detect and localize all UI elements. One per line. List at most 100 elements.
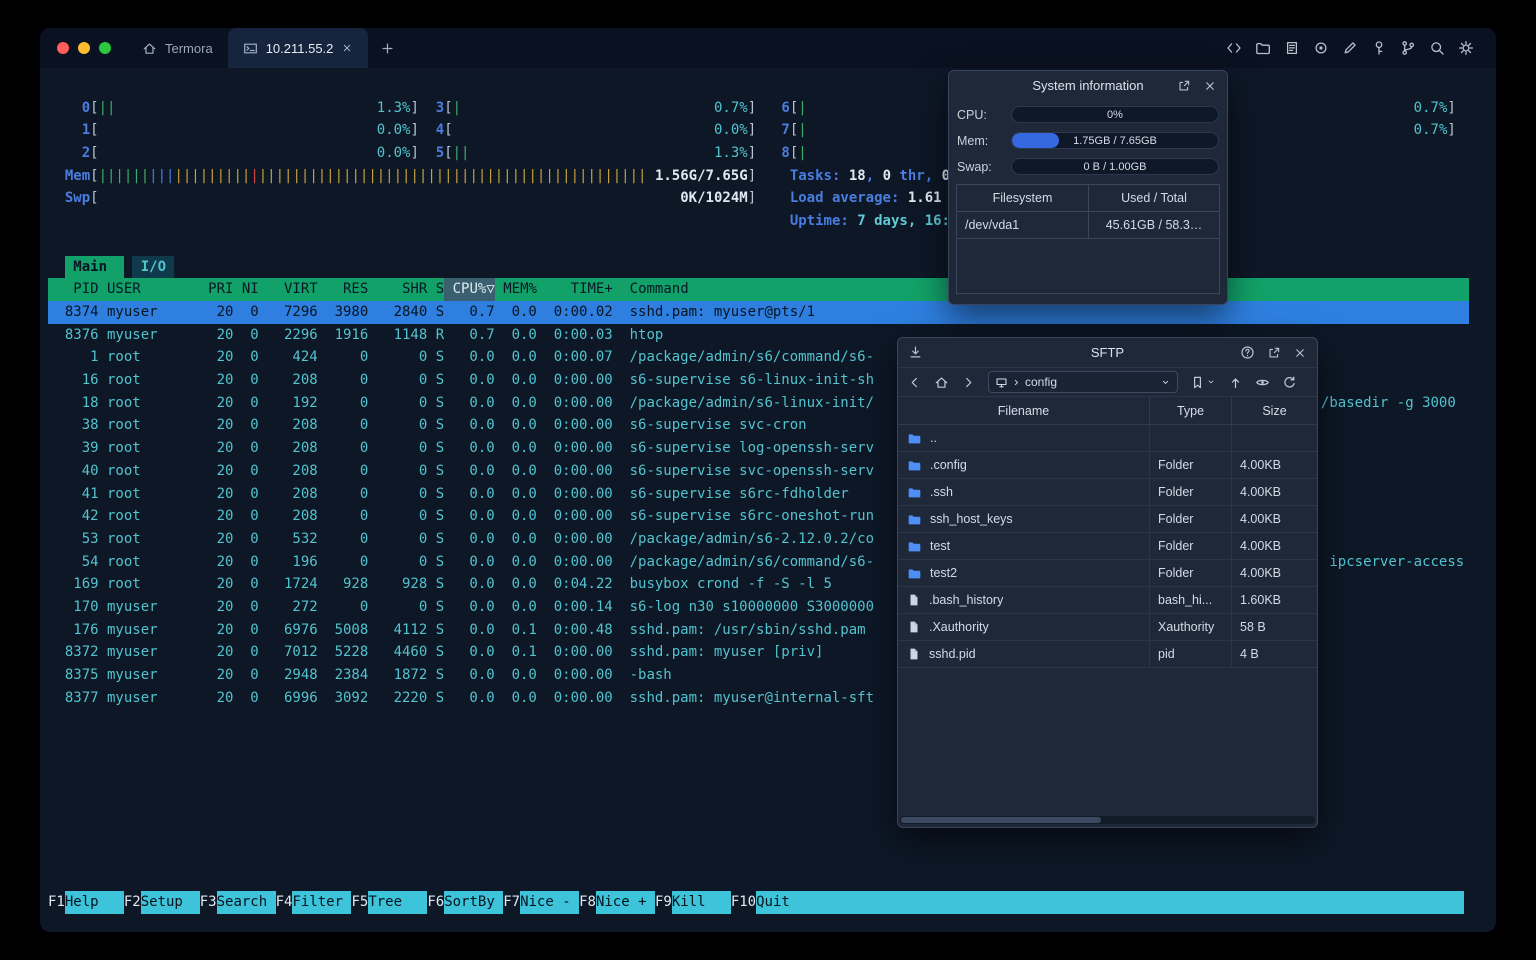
- help-icon[interactable]: [1240, 345, 1255, 360]
- file-size-cell: [1231, 425, 1317, 451]
- fkey-F3[interactable]: F3: [200, 891, 217, 914]
- bookmark-dropdown-icon[interactable]: [1206, 377, 1216, 387]
- meter-row-cpu: CPU: 0%: [957, 106, 1219, 123]
- folder-icon: [907, 458, 922, 473]
- file-name: sshd.pid: [929, 647, 976, 661]
- file-size-cell: 4.00KB: [1231, 506, 1317, 532]
- open-in-window-icon[interactable]: [1267, 346, 1281, 360]
- column-filename[interactable]: Filename: [898, 397, 1149, 424]
- show-hidden-files-icon[interactable]: [1255, 375, 1270, 390]
- record-icon[interactable]: [1313, 40, 1329, 56]
- horizontal-scrollbar[interactable]: [900, 816, 1315, 824]
- process-text: 41 root 20 0 208 0 0 S 0.0 0.0 0:00.00 s…: [48, 485, 849, 502]
- path-dropdown-icon[interactable]: [1160, 377, 1171, 388]
- fkey-F4[interactable]: F4: [276, 891, 293, 914]
- path-breadcrumb[interactable]: config: [988, 371, 1178, 393]
- back-icon[interactable]: [907, 375, 922, 390]
- cpu-progress-bar: 0%: [1011, 106, 1219, 123]
- fkey-F4-label[interactable]: Filter: [292, 891, 352, 914]
- cpu-value: 0%: [1107, 108, 1123, 121]
- fkey-F1[interactable]: F1: [48, 891, 65, 914]
- forward-icon[interactable]: [961, 375, 976, 390]
- screen-tab-main[interactable]: Main: [64, 255, 124, 279]
- process-text: 42 root 20 0 208 0 0 S 0.0 0.0 0:00.00 s…: [48, 508, 875, 525]
- meter-bracket: ]: [747, 167, 757, 184]
- cpu-meter-row-0: 0[|| 1.3%] 3[| 0.7%] 6[| 0.7%]: [48, 97, 1469, 120]
- fkey-F7[interactable]: F7: [503, 891, 520, 914]
- swap-progress-bar: 0 B / 1.00GB: [1011, 158, 1219, 175]
- file-row-.config[interactable]: .config Folder 4.00KB: [898, 452, 1317, 479]
- file-name: .Xauthority: [929, 620, 989, 634]
- meter-bracket: ]: [410, 99, 419, 116]
- parent-directory-icon[interactable]: [1228, 375, 1243, 390]
- file-size-cell: 4.00KB: [1231, 533, 1317, 559]
- tab-10-211-55-2[interactable]: 10.211.55.2: [227, 28, 369, 68]
- screen-tab-i-o[interactable]: I/O: [132, 255, 175, 279]
- fkey-F2-label[interactable]: Setup: [140, 891, 200, 914]
- search-icon[interactable]: [1429, 40, 1445, 56]
- column-type[interactable]: Type: [1149, 397, 1231, 424]
- column-size[interactable]: Size: [1231, 397, 1317, 424]
- close-window-button[interactable]: [57, 42, 69, 54]
- cpu-1-label: 1: [81, 122, 91, 139]
- zoom-window-button[interactable]: [99, 42, 111, 54]
- meter-bracket: [: [90, 190, 99, 207]
- refresh-icon[interactable]: [1282, 375, 1297, 390]
- file-row-.bash_history[interactable]: .bash_history bash_hi... 1.60KB: [898, 587, 1317, 614]
- fkey-F3-label[interactable]: Search: [216, 891, 276, 914]
- cpu-5-label: 5: [435, 145, 445, 162]
- download-icon[interactable]: [908, 345, 923, 360]
- settings-icon[interactable]: [1458, 40, 1474, 56]
- file-row-parent[interactable]: ..: [898, 425, 1317, 452]
- fkey-F8[interactable]: F8: [579, 891, 596, 914]
- file-row-.Xauthority[interactable]: .Xauthority Xauthority 58 B: [898, 614, 1317, 641]
- file-row-test[interactable]: test Folder 4.00KB: [898, 533, 1317, 560]
- meter-bracket: ]: [747, 99, 757, 116]
- fkey-F9-label[interactable]: Kill: [671, 891, 731, 914]
- process-text: 40 root 20 0 208 0 0 S 0.0 0.0 0:00.00 s…: [48, 462, 875, 479]
- close-panel-icon[interactable]: [1293, 346, 1307, 360]
- file-row-ssh_host_keys[interactable]: ssh_host_keys Folder 4.00KB: [898, 506, 1317, 533]
- key-icon[interactable]: [1371, 40, 1387, 56]
- open-in-window-icon[interactable]: [1177, 79, 1191, 93]
- file-row-test2[interactable]: test2 Folder 4.00KB: [898, 560, 1317, 587]
- close-tab-icon[interactable]: [341, 42, 353, 54]
- column-cpu-sort[interactable]: CPU%▽: [444, 278, 495, 301]
- fkey-F5[interactable]: F5: [351, 891, 368, 914]
- minimize-window-button[interactable]: [78, 42, 90, 54]
- fkey-F6-label[interactable]: SortBy: [444, 891, 504, 914]
- swap-value: 0 B / 1.00GB: [1083, 160, 1147, 173]
- tab-termora[interactable]: Termora: [127, 28, 228, 68]
- folder-icon[interactable]: [1255, 40, 1271, 56]
- fkey-F6[interactable]: F6: [427, 891, 444, 914]
- file-row-.ssh[interactable]: .ssh Folder 4.00KB: [898, 479, 1317, 506]
- fkey-F5-label[interactable]: Tree: [368, 891, 428, 914]
- process-row-8374[interactable]: 8374 myuser 20 0 7296 3980 2840 S 0.7 0.…: [48, 300, 1469, 324]
- fkey-F10[interactable]: F10: [731, 891, 756, 914]
- fkey-F7-label[interactable]: Nice -: [520, 891, 580, 914]
- process-text: 170 myuser 20 0 272 0 0 S 0.0 0.0 0:00.1…: [48, 599, 875, 616]
- branch-icon[interactable]: [1400, 40, 1416, 56]
- fkey-F8-label[interactable]: Nice +: [595, 891, 655, 914]
- logs-icon[interactable]: [1284, 40, 1300, 56]
- new-tab-button[interactable]: [380, 41, 395, 56]
- fkey-F2[interactable]: F2: [124, 891, 141, 914]
- file-row-sshd.pid[interactable]: sshd.pid pid 4 B: [898, 641, 1317, 668]
- computer-icon: [995, 376, 1008, 389]
- fkey-F1-label[interactable]: Help: [64, 891, 124, 914]
- bookmark-icon[interactable]: [1190, 375, 1205, 390]
- close-panel-icon[interactable]: [1203, 79, 1217, 93]
- fkey-F9[interactable]: F9: [655, 891, 672, 914]
- home-icon[interactable]: [934, 375, 949, 390]
- cpu-0-label: 0: [81, 99, 91, 116]
- scrollbar-thumb[interactable]: [901, 817, 1101, 823]
- process-text: 39 root 20 0 208 0 0 S 0.0 0.0 0:00.00 s…: [48, 440, 875, 457]
- code-icon[interactable]: [1226, 40, 1242, 56]
- meter-bracket: [: [90, 99, 99, 116]
- meter-bracket: [: [444, 99, 453, 116]
- fkey-F10-label[interactable]: Quit: [756, 891, 1465, 914]
- process-text: 8372 myuser 20 0 7012 5228 4460 S 0.0 0.…: [48, 644, 824, 661]
- htop-screen-tabs: Main I/O: [48, 255, 1469, 279]
- pencil-icon[interactable]: [1342, 40, 1358, 56]
- folder-icon: [907, 485, 922, 500]
